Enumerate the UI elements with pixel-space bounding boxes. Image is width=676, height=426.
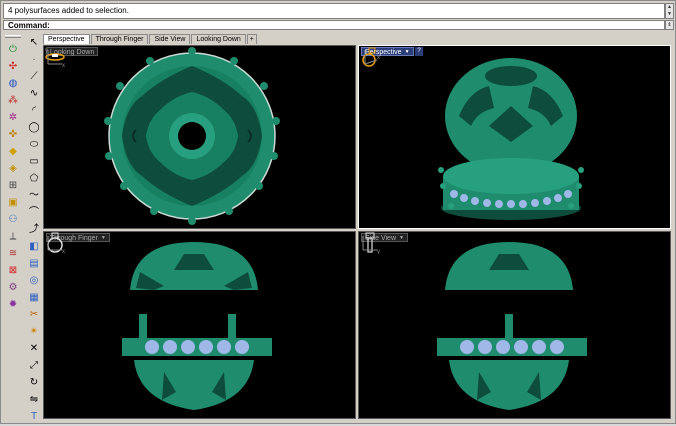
viewport-looking-down[interactable]: Looking Down y x bbox=[43, 45, 356, 229]
chevron-down-icon[interactable]: ▼ bbox=[399, 234, 404, 241]
viewport-perspective[interactable]: Perspective ▼ ? x bbox=[358, 45, 671, 229]
arc-icon[interactable]: ◜ bbox=[26, 103, 43, 118]
tab-through-finger[interactable]: Through Finger bbox=[90, 34, 149, 44]
chevron-down-icon[interactable]: ▼ bbox=[101, 234, 106, 241]
axis-x-label: x bbox=[62, 249, 65, 254]
command-input[interactable]: Command: bbox=[3, 20, 665, 30]
curve-icon[interactable]: ∿ bbox=[26, 86, 43, 101]
viewport-tabs: Perspective Through Finger Side View Loo… bbox=[43, 34, 258, 44]
model-perspective-view bbox=[438, 58, 584, 220]
cube-icon[interactable]: ▣ bbox=[5, 195, 22, 210]
axis-x-label: x bbox=[377, 55, 380, 61]
command-scrollbar[interactable]: ⇕ bbox=[665, 20, 674, 30]
history-scrollbar[interactable]: ▲ ▼ bbox=[665, 3, 674, 19]
axes-icon: x bbox=[47, 236, 65, 254]
ellipse-icon[interactable]: ⬭ bbox=[26, 137, 43, 152]
group-icon[interactable]: ⚇ bbox=[5, 212, 22, 227]
toolbar-grip[interactable] bbox=[5, 35, 21, 38]
layers-icon[interactable]: ≋ bbox=[5, 246, 22, 261]
polyline-icon[interactable]: ⟋ bbox=[26, 69, 43, 84]
transform-icon[interactable]: ✲ bbox=[5, 110, 22, 125]
power-icon[interactable]: ⏻ bbox=[5, 42, 22, 57]
rhino-window: 4 polysurfaces added to selection. ▲ ▼ C… bbox=[0, 0, 676, 424]
tab-looking-down[interactable]: Looking Down bbox=[191, 34, 246, 44]
model-finger-view bbox=[122, 242, 272, 410]
trim-icon[interactable]: ✕ bbox=[26, 341, 43, 356]
model-side-view bbox=[437, 242, 587, 410]
hide-icon[interactable]: ⊠ bbox=[5, 263, 22, 278]
move-icon[interactable]: ✜ bbox=[5, 127, 22, 142]
polygon-icon[interactable]: ⬠ bbox=[26, 171, 43, 186]
axis-y-label: y bbox=[45, 48, 48, 54]
split-icon[interactable]: ✂ bbox=[26, 307, 43, 322]
axes-icon: y x bbox=[45, 48, 65, 68]
axis-y-label: y bbox=[377, 249, 380, 254]
render-icon[interactable]: ✹ bbox=[5, 297, 22, 312]
scale-icon[interactable]: ⤢ bbox=[26, 358, 43, 373]
mesh-icon[interactable]: ▦ bbox=[26, 290, 43, 305]
command-prompt: Command: bbox=[8, 21, 50, 30]
text-icon[interactable]: T bbox=[26, 409, 43, 424]
solid-icon[interactable]: ▤ bbox=[26, 256, 43, 271]
explode-icon[interactable]: ✴ bbox=[26, 324, 43, 339]
scroll-up-icon[interactable]: ▲ bbox=[666, 4, 673, 11]
color-balls-icon[interactable]: ⁂ bbox=[5, 93, 22, 108]
select-arrow-icon[interactable]: ↖ bbox=[26, 35, 43, 50]
surface-icon[interactable]: ◧ bbox=[26, 239, 43, 254]
rotate-icon[interactable]: ↻ bbox=[26, 375, 43, 390]
chevron-down-icon[interactable]: ▼ bbox=[405, 48, 410, 55]
freeform-icon[interactable]: 〜 bbox=[26, 188, 43, 203]
circle-icon[interactable]: ◯ bbox=[26, 120, 43, 135]
main-toolbar-1: ⏻ ✣ ◍ ⁂ ✲ ✜ ◆ ◈ ⊞ ▣ ⚇ ⟂ ≋ ⊠ ⚙ ✹ bbox=[3, 35, 23, 314]
fillet-icon[interactable]: ⌒ bbox=[26, 205, 43, 220]
point-icon[interactable]: · bbox=[26, 52, 43, 67]
lock-icon[interactable]: ⚙ bbox=[5, 280, 22, 295]
model-top-view bbox=[104, 47, 280, 225]
rectangle-icon[interactable]: ▭ bbox=[26, 154, 43, 169]
select-points-icon[interactable]: ✣ bbox=[5, 59, 22, 74]
viewport-through-finger[interactable]: Through Finger ▼ x bbox=[43, 231, 356, 419]
command-history: 4 polysurfaces added to selection. bbox=[3, 3, 665, 19]
tab-side-view[interactable]: Side View bbox=[149, 34, 191, 44]
main-toolbar-2: ↖ · ⟋ ∿ ◜ ◯ ⬭ ▭ ⬠ 〜 ⌒ ⤴ ◧ ▤ ◎ ▦ ✂ ✴ ✕ ⤢ … bbox=[24, 35, 44, 426]
box-yellow-icon[interactable]: ◆ bbox=[5, 144, 22, 159]
axes-icon: y bbox=[362, 236, 380, 254]
mirror-icon[interactable]: ⇋ bbox=[26, 392, 43, 407]
scroll-down-icon[interactable]: ▼ bbox=[666, 11, 673, 18]
boolean-icon[interactable]: ◎ bbox=[26, 273, 43, 288]
dimension-icon[interactable]: ⟂ bbox=[5, 229, 22, 244]
array-icon[interactable]: ⊞ bbox=[5, 178, 22, 193]
help-icon[interactable]: ? bbox=[415, 47, 423, 56]
command-history-text: 4 polysurfaces added to selection. bbox=[8, 6, 129, 15]
viewport-side-view[interactable]: Side View ▼ y bbox=[358, 231, 671, 419]
add-tab-button[interactable]: + bbox=[246, 34, 257, 44]
box-gold-icon[interactable]: ◈ bbox=[5, 161, 22, 176]
axes-icon: x bbox=[364, 50, 380, 65]
tab-perspective[interactable]: Perspective bbox=[43, 34, 90, 44]
globe-icon[interactable]: ◍ bbox=[5, 76, 22, 91]
axis-x-label: x bbox=[62, 63, 65, 68]
offset-icon[interactable]: ⤴ bbox=[26, 222, 43, 237]
